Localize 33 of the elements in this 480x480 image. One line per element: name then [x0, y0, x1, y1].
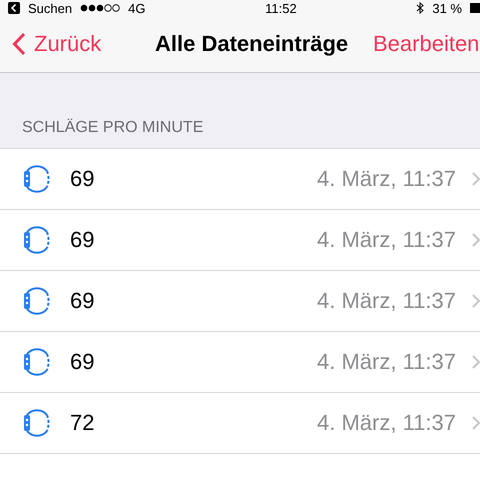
edit-button[interactable]: Bearbeiten — [373, 16, 480, 72]
back-app-icon[interactable] — [8, 2, 20, 14]
bluetooth-icon — [416, 2, 424, 14]
section-header: SCHLÄGE PRO MINUTE — [22, 119, 204, 136]
back-chevron-icon — [12, 32, 26, 56]
entry-date: 4. März, 11:37 — [317, 410, 456, 436]
entry-date: 4. März, 11:37 — [317, 288, 456, 314]
chevron-icon — [472, 416, 480, 430]
page-title: Alle Dateneinträge — [155, 30, 348, 58]
entry-row[interactable]: 69 4. März, 11:37 — [0, 332, 480, 393]
battery-label: 31 % — [432, 0, 462, 16]
entry-date: 4. März, 11:37 — [317, 349, 456, 375]
bpm-value: 69 — [70, 288, 96, 314]
chevron-icon — [472, 294, 480, 308]
bpm-value: 69 — [70, 166, 96, 192]
entry-date: 4. März, 11:37 — [317, 166, 456, 192]
bpm-value: 69 — [70, 349, 96, 375]
bpm-value: 72 — [70, 410, 96, 436]
entry-row[interactable]: 69 4. März, 11:37 — [0, 210, 480, 271]
carrier-label: Suchen — [28, 0, 72, 16]
chevron-icon — [472, 172, 480, 186]
battery-icon — [470, 3, 480, 13]
entry-date: 4. März, 11:37 — [317, 227, 456, 253]
entry-row[interactable]: 69 4. März, 11:37 — [0, 271, 480, 332]
entry-row[interactable]: 69 4. März, 11:37 — [0, 149, 480, 210]
chevron-icon — [472, 355, 480, 369]
bpm-value: 69 — [70, 227, 96, 253]
network-label: 4G — [128, 0, 146, 16]
clock-label: 11:52 — [265, 0, 297, 16]
entry-row[interactable]: 72 4. März, 11:37 — [0, 393, 480, 454]
chevron-icon — [472, 233, 480, 247]
signal-icon — [80, 4, 120, 12]
back-button[interactable]: Zurück — [0, 31, 102, 57]
